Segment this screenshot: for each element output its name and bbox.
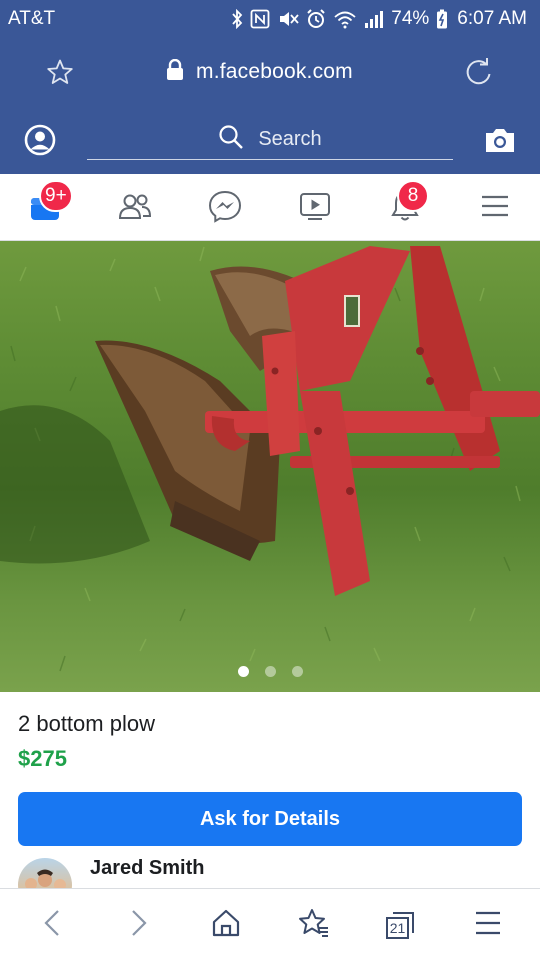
messenger-icon xyxy=(203,189,247,223)
home-button[interactable] xyxy=(206,907,246,943)
tab-count: 21 xyxy=(389,920,406,936)
battery-label: 74% xyxy=(391,8,430,29)
menu-icon xyxy=(473,189,517,223)
search-icon xyxy=(218,124,244,155)
nav-watch[interactable] xyxy=(293,189,337,229)
alarm-icon xyxy=(306,9,326,29)
address-field[interactable]: m.facebook.com xyxy=(166,58,353,86)
bookmarks-button[interactable] xyxy=(294,907,334,943)
bluetooth-icon xyxy=(231,9,243,29)
facebook-header: Search xyxy=(0,106,540,174)
lock-icon xyxy=(166,58,184,86)
listing-price: $275 xyxy=(18,746,67,771)
bookmarks-icon xyxy=(298,908,330,943)
photo-pager xyxy=(0,666,540,680)
nav-marketplace[interactable]: 9+ xyxy=(23,180,73,229)
listing-title: 2 bottom plow xyxy=(18,711,155,736)
facebook-nav: 9+ 8 xyxy=(0,174,540,241)
profile-icon[interactable] xyxy=(24,124,56,161)
battery-icon xyxy=(436,9,448,29)
photo-dot-2[interactable] xyxy=(264,666,276,677)
back-button[interactable] xyxy=(32,907,72,943)
watch-icon xyxy=(293,189,337,223)
browser-url-bar: m.facebook.com xyxy=(0,38,540,106)
photo-dot-3[interactable] xyxy=(291,666,303,677)
status-bar: AT&T 74% 6:07 AM xyxy=(0,0,540,38)
nav-menu[interactable] xyxy=(473,189,517,229)
notifications-badge: 8 xyxy=(397,180,429,212)
forward-icon xyxy=(129,908,149,943)
marketplace-badge: 9+ xyxy=(39,180,73,212)
ask-for-details-button[interactable]: Ask for Details xyxy=(18,792,522,846)
forward-button[interactable] xyxy=(119,907,159,943)
nav-notifications[interactable]: 8 xyxy=(383,180,429,229)
home-icon xyxy=(211,908,241,943)
photo-dot-1[interactable] xyxy=(237,666,249,677)
clock-label: 6:07 AM xyxy=(457,8,527,29)
status-icons: 74% 6:07 AM xyxy=(231,8,527,30)
friends-icon xyxy=(113,189,157,223)
bookmark-star-icon[interactable] xyxy=(46,58,74,91)
back-icon xyxy=(42,908,62,943)
browser-menu-icon xyxy=(474,910,502,941)
url-text: m.facebook.com xyxy=(196,60,353,83)
wifi-icon xyxy=(333,9,357,29)
carrier-label: AT&T xyxy=(8,8,56,29)
nav-friends[interactable] xyxy=(113,189,157,229)
search-input[interactable]: Search xyxy=(87,120,453,160)
listing-photo[interactable] xyxy=(0,241,540,692)
reload-icon[interactable] xyxy=(464,57,494,92)
browser-bottom-bar: 21 xyxy=(0,888,540,960)
plow-image xyxy=(0,246,540,672)
search-placeholder: Search xyxy=(258,128,322,150)
tabs-button[interactable]: 21 xyxy=(380,907,420,943)
camera-icon[interactable] xyxy=(483,126,517,159)
nav-messenger[interactable] xyxy=(203,189,247,229)
seller-name[interactable]: Jared Smith xyxy=(90,857,204,880)
mute-icon xyxy=(277,9,299,29)
tabs-icon: 21 xyxy=(384,910,416,940)
nfc-icon xyxy=(250,9,270,29)
browser-menu-button[interactable] xyxy=(468,907,508,943)
signal-icon xyxy=(364,9,384,29)
